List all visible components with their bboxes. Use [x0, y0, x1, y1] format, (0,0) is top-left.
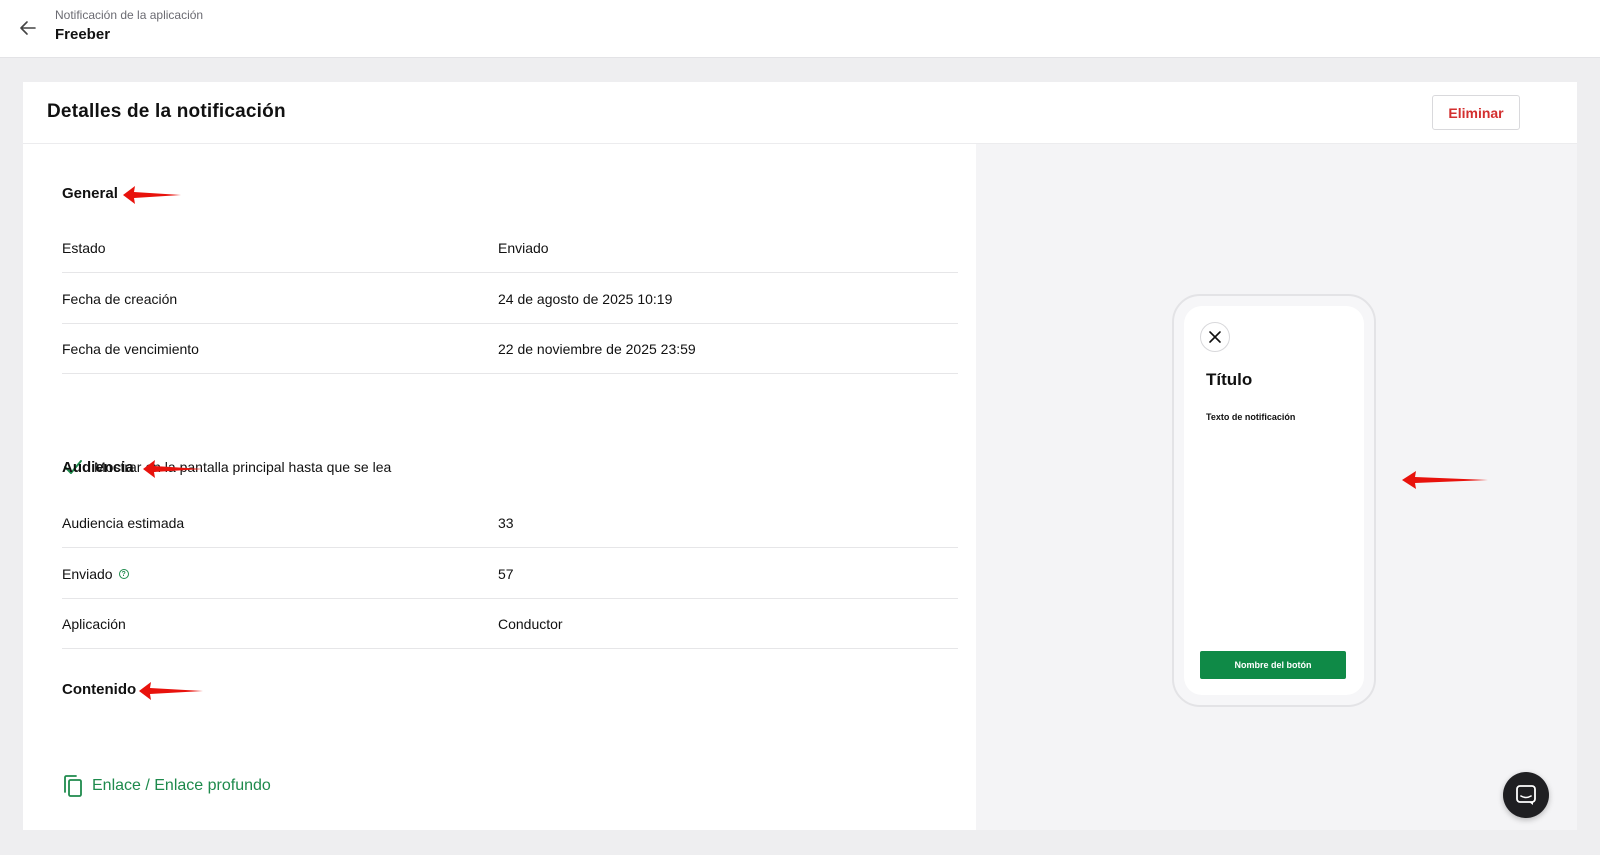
preview-title: Título	[1206, 370, 1253, 389]
card-header: Detalles de la notificación Eliminar	[23, 82, 1577, 144]
preview-text: Texto de notificación	[1206, 412, 1296, 422]
row-value: Conductor	[498, 616, 563, 632]
row-label: Aplicación	[62, 616, 126, 632]
section-title-general: General	[62, 185, 118, 202]
row-label: Audiencia estimada	[62, 515, 185, 531]
delete-button[interactable]: Eliminar	[1432, 95, 1520, 130]
row-enviado: Enviado ? 57	[62, 548, 958, 599]
row-label: Fecha de creación	[62, 291, 178, 307]
row-value: 33	[498, 515, 514, 531]
back-button[interactable]	[15, 15, 41, 41]
row-fecha-vencimiento: Fecha de vencimiento 22 de noviembre de …	[62, 323, 958, 374]
annotation-arrow-icon	[143, 460, 203, 478]
header-subtitle: Notificación de la aplicación	[55, 8, 204, 22]
app-header: Notificación de la aplicación Freeber	[0, 0, 1600, 58]
show-home-label: Mostrar en la pantalla principal hasta q…	[94, 459, 392, 475]
copy-icon	[64, 775, 82, 797]
row-label: Enviado ?	[62, 566, 129, 582]
row-label-text: Enviado	[62, 566, 113, 582]
row-estado: Estado Enviado	[62, 222, 958, 273]
phone-preview: Título Texto de notificación Nombre del …	[1172, 294, 1376, 707]
help-icon[interactable]: ?	[118, 569, 129, 579]
row-aplicacion: Aplicación Conductor	[62, 598, 958, 649]
annotation-arrow-icon	[123, 186, 181, 204]
row-label: Estado	[62, 240, 106, 256]
chat-icon	[1516, 785, 1536, 805]
row-value: 57	[498, 566, 514, 582]
section-title-audience: Audiencia	[62, 459, 134, 476]
preview-panel: Título Texto de notificación Nombre del …	[976, 144, 1577, 830]
deeplink-link[interactable]: Enlace / Enlace profundo	[62, 774, 271, 798]
annotation-arrow-icon	[1402, 471, 1488, 489]
deeplink-label: Enlace / Enlace profundo	[92, 777, 271, 794]
page-title: Detalles de la notificación	[47, 101, 286, 122]
row-label: Fecha de vencimiento	[62, 341, 199, 357]
details-panel: General Estado Enviado Fecha de creación…	[23, 144, 976, 830]
chat-button[interactable]	[1503, 772, 1549, 818]
row-value: Enviado	[498, 240, 549, 256]
section-title-content: Contenido	[62, 681, 137, 698]
preview-action-button[interactable]: Nombre del botón	[1200, 651, 1346, 679]
row-value: 22 de noviembre de 2025 23:59	[498, 341, 696, 357]
arrow-left-icon	[20, 21, 36, 35]
annotation-arrow-icon	[139, 682, 203, 700]
header-title: Freeber	[55, 26, 111, 43]
row-audiencia-estimada: Audiencia estimada 33	[62, 497, 958, 548]
preview-close-button[interactable]	[1200, 322, 1230, 352]
phone-screen: Título Texto de notificación Nombre del …	[1184, 306, 1364, 695]
row-value: 24 de agosto de 2025 10:19	[498, 291, 673, 307]
row-fecha-creacion: Fecha de creación 24 de agosto de 2025 1…	[62, 273, 958, 324]
close-icon	[1209, 331, 1221, 343]
notification-details-card: Detalles de la notificación Eliminar Gen…	[23, 82, 1577, 830]
